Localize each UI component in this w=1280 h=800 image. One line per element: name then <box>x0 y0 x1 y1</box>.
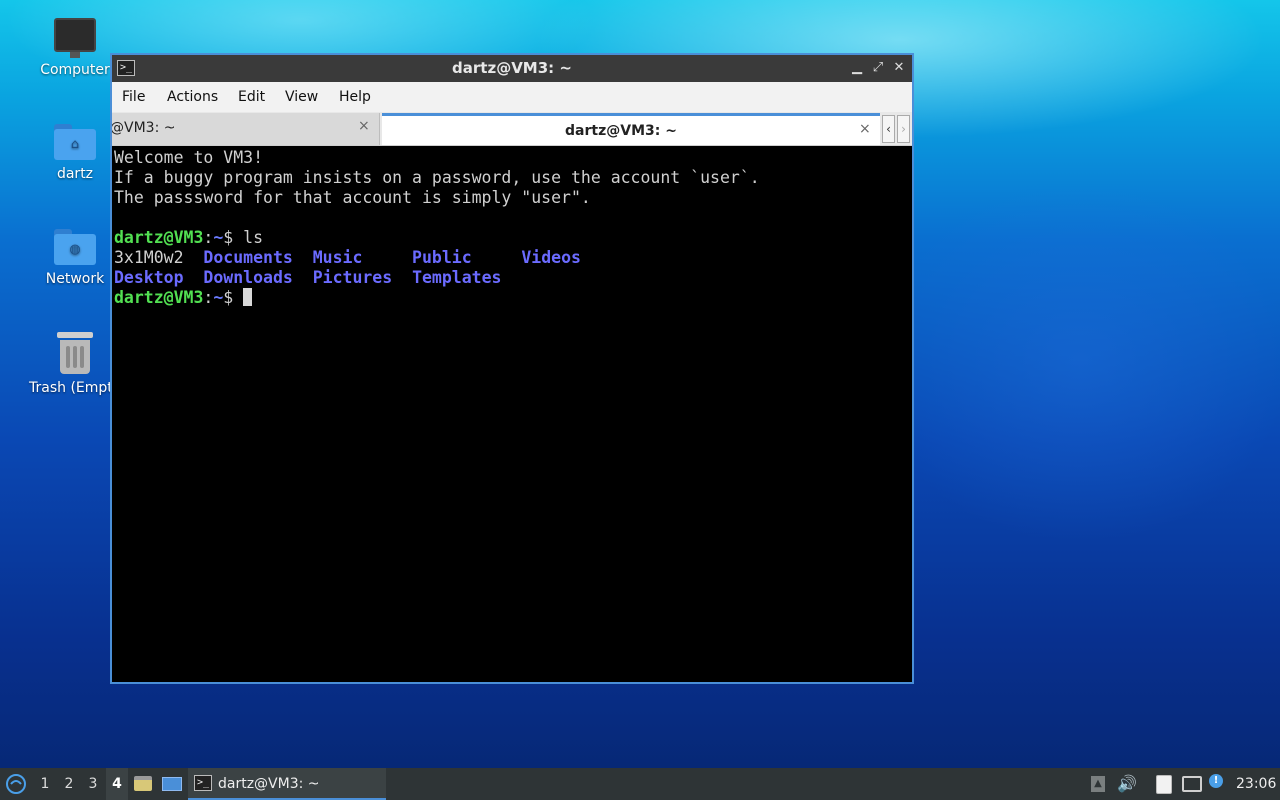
ls-entry-dir: Videos <box>521 248 581 267</box>
taskbar: 1 2 3 4 >_ dartz@VM3: ~ ▲ 🔊 ! 23:06 <box>0 768 1280 800</box>
terminal-window: >_ dartz@VM3: ~ ▁ ⤢ ✕ File Actions Edit … <box>110 53 914 684</box>
menu-bar: File Actions Edit View Help <box>112 82 912 112</box>
prompt-user: dartz@VM3 <box>114 228 204 247</box>
home-folder-icon: ⌂ <box>54 124 96 160</box>
ls-entry-file: 3x1M0w2 <box>114 248 184 267</box>
clipboard-button[interactable] <box>1156 768 1176 800</box>
network-icon <box>1182 776 1202 792</box>
network-button[interactable] <box>1182 768 1204 800</box>
clipboard-icon <box>1156 775 1172 794</box>
prompt-path: ~ <box>213 288 224 307</box>
workspace-3[interactable]: 3 <box>82 768 104 800</box>
tray-arrow-icon: ▲ <box>1091 776 1105 792</box>
workspace-2[interactable]: 2 <box>58 768 80 800</box>
ls-entry-dir: Pictures <box>312 268 393 287</box>
clock[interactable]: 23:06 <box>1236 768 1276 800</box>
lubuntu-logo-icon <box>6 774 26 794</box>
workspace-4[interactable]: 4 <box>106 768 128 800</box>
ls-entry-dir: Desktop <box>114 268 184 287</box>
ls-entry-dir: Public <box>412 248 472 267</box>
menu-help[interactable]: Help <box>339 89 371 105</box>
tab-close-button[interactable]: × <box>358 118 370 134</box>
menu-view[interactable]: View <box>285 89 318 105</box>
volume-button[interactable]: 🔊 <box>1117 768 1137 800</box>
tab-bar: @VM3: ~ × dartz@VM3: ~ × ‹ › <box>112 112 912 146</box>
maximize-button[interactable]: ⤢ <box>869 59 887 77</box>
minimize-button[interactable]: ▁ <box>848 59 866 77</box>
ls-entry-dir: Downloads <box>203 268 293 287</box>
prompt-path: ~ <box>213 228 224 247</box>
prompt-colon: : <box>203 288 214 307</box>
tab-scroll-right-button[interactable]: › <box>897 115 910 143</box>
workspace-1[interactable]: 1 <box>34 768 56 800</box>
computer-icon <box>54 18 96 58</box>
ls-output-row: Desktop Downloads Pictures Templates <box>114 268 912 288</box>
welcome-line: If a buggy program insists on a password… <box>114 168 760 187</box>
notification-icon: ! <box>1209 774 1223 788</box>
network-folder-icon: ◍ <box>54 229 96 265</box>
tab-inactive[interactable]: @VM3: ~ × <box>112 113 380 145</box>
tab-scroll-left-button[interactable]: ‹ <box>882 115 895 143</box>
ls-entry-dir: Music <box>312 248 363 267</box>
file-manager-launcher[interactable] <box>134 768 154 800</box>
terminal-icon: >_ <box>194 775 212 791</box>
prompt-user: dartz@VM3 <box>114 288 204 307</box>
taskbar-window-button[interactable]: >_ dartz@VM3: ~ <box>188 768 386 800</box>
menu-actions[interactable]: Actions <box>167 89 218 105</box>
speaker-icon: 🔊 <box>1117 774 1137 793</box>
taskbar-window-label: dartz@VM3: ~ <box>218 776 320 792</box>
start-menu-button[interactable] <box>4 768 30 800</box>
tab-close-button[interactable]: × <box>859 121 871 137</box>
ls-output-row: 3x1M0w2 Documents Music Public Videos <box>114 248 912 268</box>
text-cursor <box>243 288 253 306</box>
tab-label: @VM3: ~ <box>112 120 176 136</box>
file-manager-icon <box>134 776 152 791</box>
ls-entry-dir: Documents <box>203 248 293 267</box>
prompt-dollar: $ <box>223 228 244 247</box>
welcome-line: The passsword for that account is simply… <box>114 188 591 207</box>
show-desktop-button[interactable] <box>162 768 184 800</box>
menu-edit[interactable]: Edit <box>238 89 265 105</box>
command-line: dartz@VM3:~$ ls <box>114 228 912 248</box>
tab-active[interactable]: dartz@VM3: ~ × <box>382 113 880 145</box>
tray-expand-button[interactable]: ▲ <box>1091 768 1107 800</box>
trash-icon <box>57 332 93 374</box>
prompt-colon: : <box>203 228 214 247</box>
window-titlebar[interactable]: >_ dartz@VM3: ~ ▁ ⤢ ✕ <box>112 55 912 82</box>
tab-label: dartz@VM3: ~ <box>565 123 677 139</box>
close-button[interactable]: ✕ <box>890 59 908 77</box>
desktop-icon <box>162 777 182 791</box>
welcome-line: Welcome to VM3! <box>114 148 264 167</box>
command-text: ls <box>243 228 264 247</box>
command-line: dartz@VM3:~$ <box>114 288 912 308</box>
ls-entry-dir: Templates <box>412 268 502 287</box>
terminal-output[interactable]: Welcome to VM3! If a buggy program insis… <box>112 146 912 682</box>
prompt-dollar: $ <box>223 288 244 307</box>
menu-file[interactable]: File <box>122 89 145 105</box>
notification-button[interactable]: ! <box>1209 768 1229 800</box>
window-title: dartz@VM3: ~ <box>452 59 572 77</box>
